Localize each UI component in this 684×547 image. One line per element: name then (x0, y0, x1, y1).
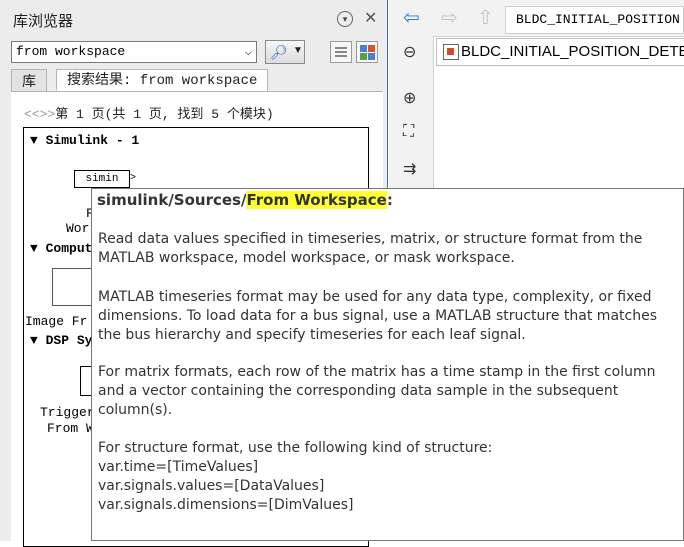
tooltip-line: var.time=[TimeValues] (98, 459, 259, 475)
group-dsp-system[interactable]: ▼ DSP Sy (30, 333, 92, 348)
search-input[interactable]: from workspace ⌵ (11, 41, 257, 63)
grid-view-button[interactable] (356, 41, 378, 63)
panel-menu-icon[interactable]: ▾ (337, 11, 353, 27)
zoom-in-icon[interactable]: ⊕ (403, 88, 416, 108)
search-input-value: from workspace (16, 44, 126, 59)
dropdown-arrow-icon: ▼ (293, 45, 303, 56)
tooltip-line: var.signals.dimensions=[DimValues] (98, 497, 354, 513)
block-tooltip: simulink/Sources/From Workspace: Read da… (91, 188, 684, 541)
tooltip-paragraph: Read data values specified in timeseries… (98, 231, 643, 266)
tab-search-results[interactable]: 搜索结果: from workspace (56, 69, 269, 91)
tooltip-paragraph: MATLAB timeseries format may be used for… (98, 289, 657, 343)
from-workspace-block[interactable]: simin (74, 170, 130, 188)
tab-strip: 库 搜索结果: from workspace (11, 69, 383, 92)
block-name-fragment: Wor (66, 221, 90, 236)
group-label: DSP Sy (45, 333, 93, 348)
tooltip-path-suffix: : (386, 191, 393, 209)
model-icon (443, 44, 459, 60)
tooltip-line: For structure format, use the following … (98, 440, 493, 456)
arrow-right-icon[interactable]: ⇉ (403, 159, 416, 179)
block-label: simin (85, 173, 119, 185)
tooltip-path-highlight: From Workspace (246, 191, 387, 209)
model-tab[interactable]: BLDC_INITIAL_POSITION_DETEC (436, 38, 684, 66)
block-name-fragment: Image Fr (25, 314, 88, 329)
block-name-fragment: Trigger (40, 405, 95, 420)
chevron-down-icon[interactable]: ⌵ (245, 42, 252, 62)
tab-library[interactable]: 库 (11, 69, 47, 91)
next-page-button[interactable]: >> (40, 107, 56, 122)
tooltip-paragraph: For matrix formats, each row of the matr… (98, 364, 656, 418)
back-arrow-icon[interactable]: ⇦ (403, 8, 420, 28)
pager: <<>>第 1 页(共 1 页, 找到 5 个模块) (24, 103, 274, 122)
group-label: Comput (45, 241, 93, 256)
forward-arrow-icon[interactable]: ⇨ (441, 8, 458, 28)
output-port-icon: > (130, 173, 137, 184)
close-icon[interactable]: ✕ (364, 8, 377, 28)
block-name-fragment: From W (47, 421, 94, 436)
panel-title: 库浏览器 (13, 13, 74, 30)
breadcrumb[interactable]: BLDC_INITIAL_POSITION (505, 6, 684, 34)
fit-view-icon[interactable]: ⛶ (403, 123, 414, 141)
group-computer-vision[interactable]: ▼ Comput (30, 241, 92, 256)
group-label: Simulink - 1 (45, 133, 140, 148)
pager-text: 第 1 页(共 1 页, 找到 5 个模块) (55, 107, 274, 122)
list-view-button[interactable] (330, 41, 352, 63)
up-arrow-icon[interactable]: ⇧ (477, 8, 494, 28)
search-button[interactable]: 🔎︎ ▼ (265, 40, 305, 64)
hide-browser-icon[interactable]: ⊖ (403, 42, 416, 62)
search-icon: 🔎︎ (270, 44, 288, 60)
tooltip-block-path: simulink/Sources/From Workspace: (97, 191, 393, 209)
prev-page-button[interactable]: << (24, 107, 40, 122)
tooltip-line: var.signals.values=[DataValues] (98, 478, 325, 494)
group-simulink[interactable]: ▼ Simulink - 1 (30, 133, 139, 148)
tooltip-path-prefix: simulink/Sources/ (97, 191, 247, 209)
model-tab-label: BLDC_INITIAL_POSITION_DETEC (461, 43, 684, 60)
